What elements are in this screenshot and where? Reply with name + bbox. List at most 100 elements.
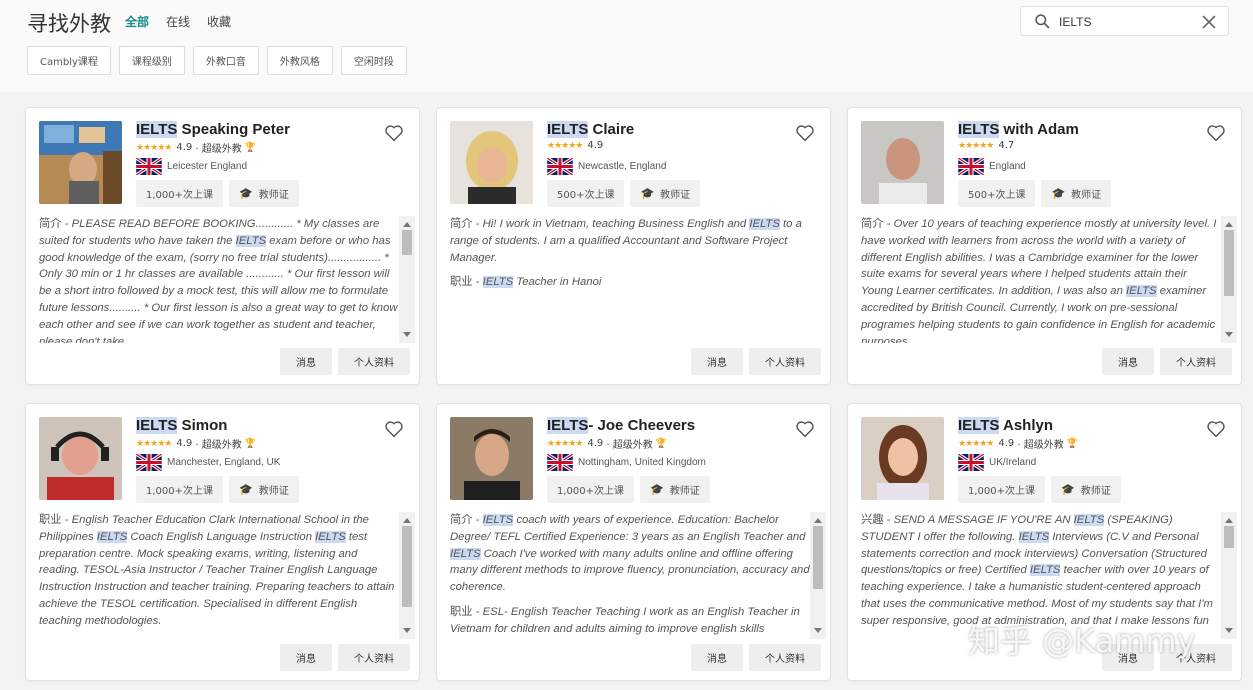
search-input[interactable]: [1059, 12, 1189, 32]
uk-flag-icon: [958, 158, 984, 175]
filter-style[interactable]: 外教风格: [266, 46, 333, 75]
description-text: Hi! I work in Vietnam, teaching Business…: [450, 218, 802, 264]
scroll-down-icon[interactable]: [1225, 628, 1233, 633]
description-area[interactable]: 简介 - IELTS coach with years of experienc…: [450, 512, 828, 639]
search-highlight: IELTS: [136, 417, 178, 434]
avatar[interactable]: [39, 121, 122, 204]
scrollbar-thumb[interactable]: [1224, 526, 1234, 548]
scrollbar[interactable]: [399, 216, 415, 343]
certificate-label: 教师证: [660, 190, 691, 201]
tutor-name[interactable]: IELTS Simon: [136, 417, 227, 434]
heart-icon[interactable]: [384, 124, 404, 142]
message-button[interactable]: 消息: [1102, 348, 1154, 375]
heart-icon[interactable]: [1206, 420, 1226, 438]
badge-row: 500+次上课 🎓 教师证: [958, 180, 1112, 207]
star-rating-icon: ★★★★★: [547, 438, 583, 449]
star-rating-icon: ★★★★★: [547, 140, 583, 151]
tutor-name[interactable]: IELTS Claire: [547, 121, 634, 138]
description-area[interactable]: 兴趣 - SEND A MESSAGE IF YOU'RE AN IELTS (…: [861, 512, 1239, 639]
scrollbar[interactable]: [1221, 216, 1237, 343]
graduation-cap-icon: 🎓: [640, 187, 655, 200]
scrollbar-thumb[interactable]: [402, 230, 412, 255]
location: Newcastle, England: [547, 158, 666, 175]
scrollbar[interactable]: [399, 512, 415, 639]
scroll-up-icon[interactable]: [1225, 518, 1233, 523]
tab-online[interactable]: 在线: [166, 13, 190, 30]
search-highlight: IELTS: [1029, 564, 1061, 577]
message-button[interactable]: 消息: [691, 644, 743, 671]
heart-icon[interactable]: [795, 420, 815, 438]
scrollbar[interactable]: [810, 512, 826, 639]
graduation-cap-icon: 🎓: [239, 187, 253, 200]
uk-flag-icon: [958, 454, 984, 471]
rating-value: 4.9: [176, 142, 193, 153]
scroll-down-icon[interactable]: [1225, 332, 1233, 337]
message-button[interactable]: 消息: [1102, 644, 1154, 671]
job-label: 职业 -: [450, 605, 483, 618]
description-area[interactable]: 职业 - English Teacher Education Clark Int…: [39, 512, 417, 639]
avatar[interactable]: [450, 417, 533, 500]
filter-cambly-course[interactable]: Cambly课程: [27, 46, 111, 75]
close-icon[interactable]: [1201, 14, 1217, 30]
heart-icon[interactable]: [384, 420, 404, 438]
uk-flag-icon: [136, 454, 162, 471]
card-actions: 消息 个人资料: [280, 644, 410, 671]
tutor-card: IELTS- Joe Cheevers ★★★★★ 4.9 · 超级外教 🏆 Notti…: [436, 403, 831, 681]
page-title: 寻找外教: [27, 12, 111, 36]
filter-course-level[interactable]: 课程级别: [118, 46, 185, 75]
message-button[interactable]: 消息: [280, 348, 332, 375]
scroll-down-icon[interactable]: [814, 628, 822, 633]
message-button[interactable]: 消息: [691, 348, 743, 375]
avatar[interactable]: [861, 417, 944, 500]
search-highlight: IELTS: [1018, 530, 1050, 543]
profile-button[interactable]: 个人资料: [749, 644, 821, 671]
search-highlight: IELTS: [1126, 285, 1157, 298]
description-area[interactable]: 简介 - Hi! I work in Vietnam, teaching Bus…: [450, 216, 828, 343]
description-area[interactable]: 简介 - PLEASE READ BEFORE BOOKING.........…: [39, 216, 417, 343]
profile-button[interactable]: 个人资料: [338, 348, 410, 375]
scroll-up-icon[interactable]: [814, 518, 822, 523]
super-tutor-label: · 超级外教: [1017, 440, 1064, 451]
tutor-name[interactable]: IELTS Ashlyn: [958, 417, 1053, 434]
tutor-name[interactable]: IELTS- Joe Cheevers: [547, 417, 695, 434]
search-highlight: IELTS: [749, 218, 780, 230]
star-rating-icon: ★★★★★: [958, 438, 994, 449]
description: 简介 - Over 10 years of teaching experienc…: [861, 216, 1221, 343]
scrollbar[interactable]: [1221, 512, 1237, 639]
avatar[interactable]: [861, 121, 944, 204]
tab-all[interactable]: 全部: [125, 13, 149, 30]
profile-button[interactable]: 个人资料: [1160, 644, 1232, 671]
scrollbar-thumb[interactable]: [1224, 230, 1234, 297]
profile-button[interactable]: 个人资料: [749, 348, 821, 375]
scroll-down-icon[interactable]: [403, 628, 411, 633]
avatar[interactable]: [450, 121, 533, 204]
profile-button[interactable]: 个人资料: [338, 644, 410, 671]
location-text: Nottingham, United Kingdom: [578, 457, 706, 468]
badge-row: 1,000+次上课 🎓 教师证: [547, 476, 710, 503]
location: Manchester, England, UK: [136, 454, 280, 471]
tab-favorites[interactable]: 收藏: [207, 13, 231, 30]
scrollbar-thumb[interactable]: [402, 526, 412, 608]
profile-button[interactable]: 个人资料: [1160, 348, 1232, 375]
filter-bar: Cambly课程 课程级别 外教口音 外教风格 空闲时段: [27, 46, 407, 75]
location: England: [958, 158, 1026, 175]
scroll-up-icon[interactable]: [1225, 222, 1233, 227]
scroll-down-icon[interactable]: [403, 332, 411, 337]
description-area[interactable]: 简介 - Over 10 years of teaching experienc…: [861, 216, 1239, 343]
search-highlight: IELTS: [547, 121, 589, 138]
heart-icon[interactable]: [1206, 124, 1226, 142]
scroll-up-icon[interactable]: [403, 518, 411, 523]
heart-icon[interactable]: [795, 124, 815, 142]
scrollbar-thumb[interactable]: [813, 526, 823, 590]
tutor-name[interactable]: IELTS with Adam: [958, 121, 1079, 138]
avatar[interactable]: [39, 417, 122, 500]
message-button[interactable]: 消息: [280, 644, 332, 671]
description-label: 简介 -: [39, 218, 72, 230]
tutor-name[interactable]: IELTS Speaking Peter: [136, 121, 290, 138]
scroll-up-icon[interactable]: [403, 222, 411, 227]
filter-availability[interactable]: 空闲时段: [340, 46, 407, 75]
graduation-cap-icon: 🎓: [1051, 187, 1066, 200]
graduation-cap-icon: 🎓: [239, 483, 253, 496]
filter-accent[interactable]: 外教口音: [192, 46, 259, 75]
rating-value: 4.9: [587, 140, 604, 151]
